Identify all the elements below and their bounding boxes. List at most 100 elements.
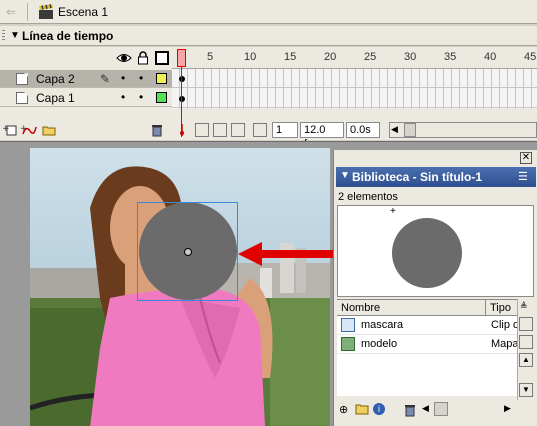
- time-field: 0.0s: [346, 122, 380, 138]
- library-preview: +: [337, 205, 534, 297]
- clapperboard-icon: [38, 4, 54, 20]
- ruler-tick: 15: [284, 51, 297, 63]
- pencil-icon: ✎: [100, 72, 111, 86]
- center-frame-icon[interactable]: [175, 123, 189, 137]
- item-name: modelo: [361, 338, 398, 350]
- insert-layer-icon[interactable]: +: [2, 123, 18, 137]
- onion-skin-icon[interactable]: [195, 123, 209, 137]
- narrow-view-icon[interactable]: [519, 335, 533, 349]
- layer-footer: + +: [0, 120, 172, 140]
- collapse-triangle-icon[interactable]: ▼: [10, 30, 20, 41]
- bitmap-icon: [341, 337, 355, 351]
- layer-color-swatch[interactable]: [156, 92, 167, 103]
- timeline-status-bar: 1 12.0 fps 0.0s ◀: [172, 120, 537, 150]
- ruler-tick: 40: [484, 51, 497, 63]
- lock-dot[interactable]: •: [139, 71, 143, 85]
- library-closebar: ✕: [334, 150, 537, 166]
- scroll-left-icon[interactable]: ◀: [391, 124, 398, 135]
- item-type: Clip de: [491, 319, 517, 331]
- library-vscrollbar[interactable]: ≜ ▲ ▼: [517, 299, 534, 400]
- library-item-modelo[interactable]: modelo Mapa: [337, 335, 517, 354]
- library-title-bar[interactable]: ▼ Biblioteca - Sin título-1 ☰: [336, 167, 536, 187]
- layer-name[interactable]: Capa 1: [36, 91, 75, 105]
- visibility-dot[interactable]: •: [121, 71, 125, 85]
- library-item-mascara[interactable]: mascara Clip de: [337, 316, 517, 335]
- column-divider: [485, 300, 486, 316]
- library-hscrollbar[interactable]: ◀ ▶: [420, 401, 517, 417]
- scroll-thumb[interactable]: [404, 123, 416, 137]
- timeline-panel: Capa 2 ✎ • • Capa 1 • • + + 5 10 15 20 2…: [0, 47, 537, 150]
- add-motion-guide-icon[interactable]: +: [20, 123, 38, 137]
- current-frame-field: 1: [272, 122, 298, 138]
- playhead-cap[interactable]: [177, 49, 186, 67]
- ruler-tick: 25: [364, 51, 377, 63]
- trash-icon[interactable]: [403, 403, 417, 417]
- layer-name[interactable]: Capa 2: [36, 72, 75, 86]
- collapse-triangle-icon[interactable]: ▼: [340, 170, 350, 181]
- eye-icon[interactable]: [116, 51, 132, 65]
- wide-view-icon[interactable]: [519, 317, 533, 331]
- panel-grip-icon[interactable]: [2, 30, 5, 42]
- scroll-down-icon[interactable]: ▼: [519, 383, 533, 397]
- column-name[interactable]: Nombre: [341, 302, 380, 314]
- layer-icon: [16, 73, 28, 85]
- properties-icon[interactable]: i: [373, 403, 385, 415]
- playhead[interactable]: [177, 47, 186, 137]
- registration-cross-icon: +: [390, 206, 396, 217]
- svg-text:+: +: [2, 124, 10, 134]
- sort-order-icon[interactable]: ≜: [520, 301, 528, 312]
- options-menu-icon[interactable]: ☰: [518, 170, 528, 183]
- outline-icon[interactable]: [155, 51, 169, 65]
- ruler-tick: 45: [524, 51, 537, 63]
- modify-onion-markers-icon[interactable]: [253, 123, 267, 137]
- frame-grid[interactable]: [172, 69, 537, 109]
- close-icon[interactable]: ✕: [520, 152, 532, 164]
- library-list: mascara Clip de modelo Mapa: [337, 316, 517, 396]
- library-panel: ✕ ▼ Biblioteca - Sin título-1 ☰ 2 elemen…: [333, 150, 537, 426]
- layer-icon: [16, 92, 28, 104]
- scroll-up-icon[interactable]: ▲: [519, 353, 533, 367]
- frame-ruler[interactable]: 1 5 10 15 20 25 30 35 40 45: [172, 47, 537, 69]
- layer-row-capa-2[interactable]: Capa 2 ✎ • •: [0, 70, 172, 88]
- scroll-right-icon[interactable]: ▶: [504, 403, 511, 414]
- back-arrow-icon[interactable]: ⇐: [6, 5, 20, 19]
- lock-icon[interactable]: [137, 51, 151, 65]
- scroll-left-icon[interactable]: ◀: [422, 403, 429, 414]
- lock-dot[interactable]: •: [139, 90, 143, 104]
- onion-skin-outlines-icon[interactable]: [213, 123, 227, 137]
- edit-bar: ⇐ Escena 1: [0, 0, 537, 24]
- library-title: Biblioteca - Sin título-1: [352, 170, 483, 184]
- ruler-tick: 10: [244, 51, 257, 63]
- separator: [27, 3, 28, 21]
- layer-panel: Capa 2 ✎ • • Capa 1 • • + +: [0, 47, 172, 140]
- row-divider: [172, 87, 537, 88]
- library-column-header: Nombre Tipo: [337, 299, 534, 316]
- ruler-tick: 35: [444, 51, 457, 63]
- scene-label[interactable]: Escena 1: [58, 5, 108, 19]
- trash-icon[interactable]: [150, 123, 164, 137]
- red-arrow: [238, 242, 334, 266]
- layer-row-capa-1[interactable]: Capa 1 • •: [0, 89, 172, 107]
- frame-area[interactable]: 1 5 10 15 20 25 30 35 40 45: [172, 47, 537, 150]
- fps-field[interactable]: 12.0 fps: [300, 122, 344, 150]
- visibility-dot[interactable]: •: [121, 90, 125, 104]
- preview-circle: [392, 218, 462, 288]
- new-folder-icon[interactable]: [355, 403, 369, 415]
- timeline-header[interactable]: ▼ Línea de tiempo: [0, 26, 537, 46]
- timeline-title: Línea de tiempo: [22, 29, 114, 43]
- registration-point[interactable]: [184, 248, 192, 256]
- insert-folder-icon[interactable]: [40, 123, 56, 137]
- ruler-tick: 30: [404, 51, 417, 63]
- scroll-thumb[interactable]: [434, 402, 448, 416]
- column-type[interactable]: Tipo: [490, 302, 511, 314]
- timeline-hscrollbar[interactable]: ◀: [389, 122, 537, 138]
- layer-header: [0, 47, 172, 69]
- svg-text:+: +: [20, 124, 28, 134]
- row-divider: [172, 107, 537, 108]
- new-symbol-icon[interactable]: ⊕: [339, 403, 348, 416]
- edit-multiple-frames-icon[interactable]: [231, 123, 245, 137]
- layer-color-swatch[interactable]: [156, 73, 167, 84]
- item-name: mascara: [361, 319, 404, 331]
- item-type: Mapa: [491, 338, 517, 350]
- library-footer: ⊕ i: [337, 401, 417, 419]
